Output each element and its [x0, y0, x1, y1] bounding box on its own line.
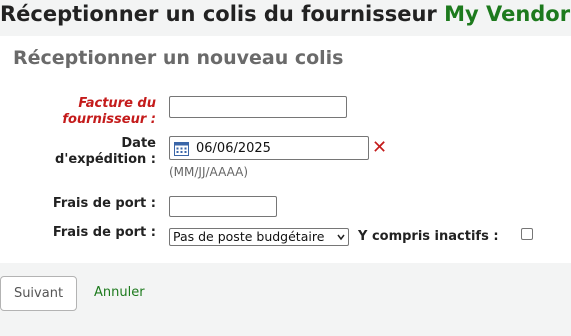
- chevron-down-icon: [337, 234, 345, 241]
- shipment-date-label-line1: Date: [121, 136, 156, 151]
- calendar-icon[interactable]: [174, 141, 189, 156]
- invoice-label-line1: Facture du: [78, 96, 156, 111]
- shipment-date-label: Date d'expédition :: [55, 136, 156, 168]
- shipment-date-value: 06/06/2025: [196, 141, 271, 156]
- shipping-fund-select[interactable]: Pas de poste budgétaire: [169, 228, 349, 246]
- invoice-label: Facture du fournisseur :: [62, 96, 156, 128]
- page-title-text: Réceptionner un colis du fournisseur: [0, 2, 437, 26]
- shipping-cost-label: Frais de port :: [52, 196, 156, 211]
- shipping-fund-selected: Pas de poste budgétaire: [173, 229, 325, 244]
- shipment-date-label-line2: d'expédition :: [55, 152, 156, 167]
- shipping-fund-label: Frais de port :: [52, 225, 156, 240]
- cancel-link[interactable]: Annuler: [94, 285, 145, 300]
- vendor-link[interactable]: My Vendor: [444, 2, 570, 26]
- section-title: Réceptionner un nouveau colis: [13, 47, 344, 69]
- invoice-input[interactable]: [169, 96, 347, 118]
- shipment-date-input[interactable]: 06/06/2025: [169, 136, 369, 160]
- shipping-cost-input[interactable]: [169, 196, 277, 217]
- page-title: Réceptionner un colis du fournisseur My …: [0, 0, 570, 28]
- next-button[interactable]: Suivant: [0, 276, 77, 311]
- include-inactive-checkbox[interactable]: [521, 228, 533, 240]
- include-inactive-label: Y compris inactifs :: [358, 229, 499, 244]
- clear-date-icon[interactable]: ✕: [372, 138, 387, 158]
- invoice-label-line2: fournisseur :: [62, 112, 156, 127]
- date-format-hint: (MM/JJ/AAAA): [169, 165, 249, 179]
